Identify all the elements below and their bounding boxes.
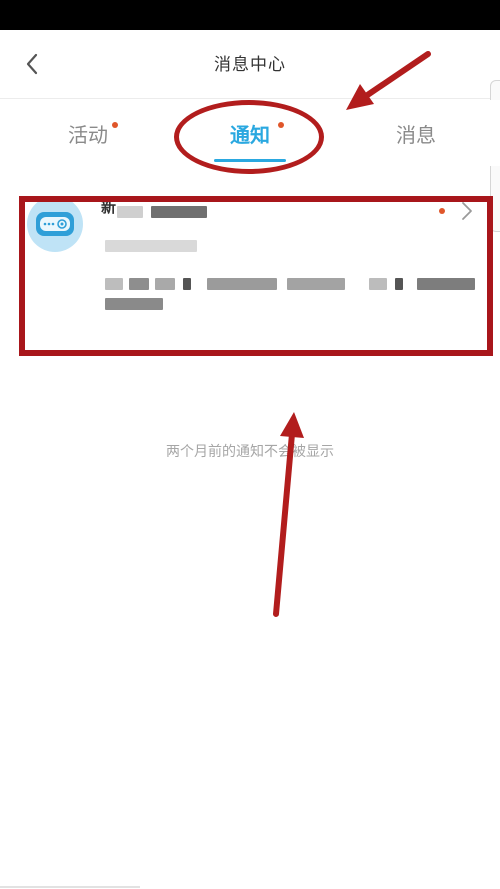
tab-activity[interactable]: 活动 (40, 100, 136, 166)
tab-activity-unread-dot (112, 122, 118, 128)
page-title: 消息中心 (214, 55, 286, 75)
tab-message[interactable]: 消息 (368, 100, 464, 166)
status-bar (0, 0, 500, 30)
nav-bar: 消息中心 (0, 30, 500, 99)
tab-message-label: 消息 (396, 122, 436, 147)
bottom-divider (0, 886, 140, 888)
empty-hint: 两个月前的通知不会被显示 (166, 444, 334, 460)
annotation-ellipse (174, 100, 324, 174)
tab-activity-label: 活动 (68, 122, 108, 147)
annotation-rectangle (19, 196, 493, 356)
